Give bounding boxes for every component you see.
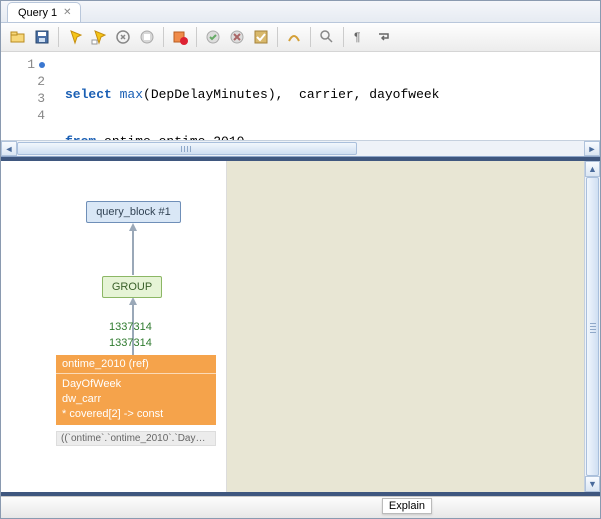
query-window: Query 1 ✕	[0, 0, 601, 519]
tab-query1[interactable]: Query 1 ✕	[7, 2, 81, 22]
scroll-down-icon[interactable]: ▼	[585, 476, 600, 492]
execute-button[interactable]	[64, 26, 86, 48]
separator	[58, 27, 59, 47]
plan-table-index: dw_carr	[62, 392, 210, 407]
scroll-track[interactable]	[17, 141, 584, 156]
line-number: 2	[37, 73, 45, 90]
scroll-thumb[interactable]	[586, 177, 599, 476]
explain-empty-area	[227, 161, 584, 492]
scroll-left-icon[interactable]: ◄	[1, 141, 17, 156]
arrow-up-icon	[129, 297, 137, 305]
plan-table-details: DayOfWeek dw_carr * covered[2] -> const	[56, 374, 216, 425]
code-line: select max(DepDelayMinutes), carrier, da…	[65, 86, 600, 103]
plan-node-label: GROUP	[112, 281, 152, 293]
stop-button[interactable]	[136, 26, 158, 48]
execute-current-button[interactable]	[88, 26, 110, 48]
plan-rows-in: 1337314	[109, 337, 152, 349]
toggle-limit-button[interactable]	[169, 26, 191, 48]
wrap-button[interactable]	[373, 26, 395, 48]
line-number: 1	[27, 56, 35, 73]
editor-horizontal-scrollbar[interactable]: ◄ ►	[1, 140, 600, 156]
plan-node-group[interactable]: GROUP	[102, 276, 162, 298]
open-button[interactable]	[7, 26, 29, 48]
plan-node-query-block[interactable]: query_block #1	[86, 201, 181, 223]
arrow-up-icon	[129, 223, 137, 231]
autocommit-button[interactable]	[250, 26, 272, 48]
close-icon[interactable]: ✕	[63, 8, 71, 18]
tab-label: Query 1	[18, 7, 57, 19]
separator	[277, 27, 278, 47]
plan-caption: ((`ontime`.`ontime_2010`.`DayOf...	[56, 431, 216, 446]
separator	[343, 27, 344, 47]
code-area[interactable]: select max(DepDelayMinutes), carrier, da…	[51, 52, 600, 140]
explain-button[interactable]	[112, 26, 134, 48]
explain-vertical-scrollbar[interactable]: ▲ ▼	[584, 161, 600, 492]
line-number: 4	[37, 107, 45, 124]
separator	[310, 27, 311, 47]
plan-rows-out: 1337314	[109, 321, 152, 333]
plan-edge	[132, 225, 134, 275]
scroll-thumb[interactable]	[17, 142, 357, 155]
whitespace-button[interactable]: ¶	[349, 26, 371, 48]
plan-table-key: DayOfWeek	[62, 377, 210, 392]
sql-editor[interactable]: 1 2 3 4 select max(DepDelayMinutes), car…	[1, 52, 600, 157]
scroll-right-icon[interactable]: ►	[584, 141, 600, 156]
find-button[interactable]	[316, 26, 338, 48]
explain-canvas[interactable]: query_block #1 GROUP 1337314 1337314 ont…	[1, 161, 227, 492]
status-bar: Explain	[1, 496, 600, 518]
commit-button[interactable]	[202, 26, 224, 48]
tab-bar: Query 1 ✕	[1, 1, 600, 23]
explain-panel: query_block #1 GROUP 1337314 1337314 ont…	[1, 161, 600, 492]
scroll-up-icon[interactable]: ▲	[585, 161, 600, 177]
toolbar: ¶	[1, 23, 600, 52]
plan-node-label: query_block #1	[96, 206, 171, 218]
plan-table-header: ontime_2010 (ref)	[56, 355, 216, 374]
separator	[196, 27, 197, 47]
code-line: from ontime.ontime_2010	[65, 133, 600, 140]
svg-text:¶: ¶	[354, 30, 360, 44]
scroll-track[interactable]	[585, 177, 600, 476]
separator	[163, 27, 164, 47]
plan-table-extra: * covered[2] -> const	[62, 407, 210, 422]
beautify-button[interactable]	[283, 26, 305, 48]
line-number: 3	[37, 90, 45, 107]
line-gutter: 1 2 3 4	[1, 52, 51, 140]
explain-tab-button[interactable]: Explain	[382, 498, 432, 514]
rollback-button[interactable]	[226, 26, 248, 48]
statement-marker-icon	[39, 62, 45, 68]
save-button[interactable]	[31, 26, 53, 48]
plan-node-table[interactable]: ontime_2010 (ref) DayOfWeek dw_carr * co…	[56, 355, 216, 425]
